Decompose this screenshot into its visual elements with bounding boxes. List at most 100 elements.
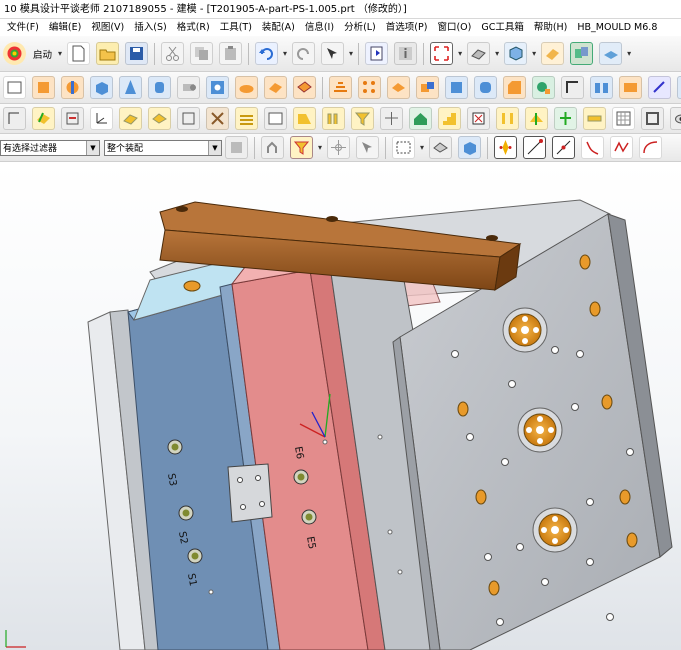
block-icon[interactable]: [90, 76, 113, 99]
house-icon[interactable]: [409, 107, 432, 130]
select-mode-icon[interactable]: [321, 42, 345, 65]
menu-view[interactable]: 视图(V): [86, 19, 129, 36]
start-dropdown-icon[interactable]: ▾: [58, 49, 62, 58]
menu-insert[interactable]: 插入(S): [129, 19, 171, 36]
boss-icon[interactable]: [235, 76, 258, 99]
fit-view-icon[interactable]: [430, 42, 454, 65]
delete-face-icon[interactable]: [177, 107, 200, 130]
extrude-icon[interactable]: [32, 76, 55, 99]
object-info-icon[interactable]: [365, 42, 389, 65]
pull-face-icon[interactable]: [32, 107, 55, 130]
copy-icon[interactable]: [190, 42, 214, 65]
menu-information[interactable]: 信息(I): [300, 19, 339, 36]
frame-icon[interactable]: [641, 107, 664, 130]
render-style-icon[interactable]: [467, 42, 491, 65]
assembly-scope-select[interactable]: 整个装配 ▼: [104, 139, 222, 156]
revolve-icon[interactable]: [61, 76, 84, 99]
filter-funnel-icon[interactable]: [351, 107, 374, 130]
menu-edit[interactable]: 编辑(E): [44, 19, 86, 36]
trim-icon[interactable]: [496, 107, 519, 130]
pattern-icon[interactable]: [358, 76, 381, 99]
menu-tools[interactable]: 工具(T): [215, 19, 257, 36]
csys-icon[interactable]: [90, 107, 113, 130]
menu-help[interactable]: 帮助(H): [529, 19, 573, 36]
trim-body-icon[interactable]: [329, 76, 352, 99]
start-icon[interactable]: [3, 42, 26, 65]
cylinder-icon[interactable]: [148, 76, 171, 99]
sew-icon[interactable]: [677, 76, 681, 99]
mold-assembly-model[interactable]: S3 S2 S1 E6 E5: [0, 162, 681, 650]
end-point-icon[interactable]: [523, 136, 547, 159]
datum-plane-icon[interactable]: [119, 107, 142, 130]
offset-face-icon[interactable]: [561, 76, 584, 99]
undo-dropdown-icon[interactable]: ▾: [283, 49, 287, 58]
type-filter-icon[interactable]: [290, 136, 313, 159]
chevron-down-icon[interactable]: ▼: [86, 140, 99, 155]
split-body-icon[interactable]: [525, 107, 548, 130]
blend-icon[interactable]: [474, 76, 497, 99]
edit-object-display-icon[interactable]: [541, 42, 565, 65]
stairs-icon[interactable]: [438, 107, 461, 130]
body-select-icon[interactable]: [458, 136, 482, 159]
view-dropdown-icon[interactable]: ▾: [532, 49, 536, 58]
unite-icon[interactable]: [387, 76, 410, 99]
eye-icon[interactable]: [670, 107, 681, 130]
thicken-icon[interactable]: [619, 76, 642, 99]
intersect-icon[interactable]: [445, 76, 468, 99]
arc-center-icon[interactable]: [639, 136, 663, 159]
crosshair-icon[interactable]: [327, 136, 351, 159]
draft-icon[interactable]: [532, 76, 555, 99]
menu-file[interactable]: 文件(F): [2, 19, 44, 36]
taper-icon[interactable]: [293, 107, 316, 130]
subtract-icon[interactable]: [416, 76, 439, 99]
menu-analysis[interactable]: 分析(L): [339, 19, 381, 36]
support-icon[interactable]: [322, 107, 345, 130]
sketch-icon[interactable]: [3, 76, 26, 99]
replace-face-icon[interactable]: [61, 107, 84, 130]
undo-icon[interactable]: [255, 42, 279, 65]
layer-dropdown-icon[interactable]: ▾: [627, 49, 631, 58]
cone-icon[interactable]: [119, 76, 142, 99]
open-folder-icon[interactable]: [96, 42, 120, 65]
grid-table-icon[interactable]: [612, 107, 635, 130]
tool-icon[interactable]: [206, 107, 229, 130]
table-icon[interactable]: [264, 107, 287, 130]
transform-icon[interactable]: [380, 107, 403, 130]
menu-hb-mould[interactable]: HB_MOULD M6.8: [572, 19, 662, 36]
view-orientation-icon[interactable]: [504, 42, 528, 65]
info-icon[interactable]: [394, 42, 418, 65]
rectangle-dropdown-icon[interactable]: ▾: [420, 143, 424, 152]
select-dropdown-icon[interactable]: ▾: [349, 49, 353, 58]
layer-icon[interactable]: [599, 42, 623, 65]
shell-icon[interactable]: [293, 76, 316, 99]
mirror-icon[interactable]: [590, 76, 613, 99]
snap-point-icon[interactable]: [261, 136, 284, 159]
stack-icon[interactable]: [235, 107, 258, 130]
mid-point-icon[interactable]: [552, 136, 576, 159]
selection-scope-icon[interactable]: [225, 136, 248, 159]
hole-icon[interactable]: [206, 76, 229, 99]
move-face-icon[interactable]: [3, 107, 26, 130]
pick-arrow-icon[interactable]: [356, 136, 380, 159]
extract-icon[interactable]: [648, 76, 671, 99]
paste-icon[interactable]: [219, 42, 243, 65]
graphics-viewport[interactable]: S3 S2 S1 E6 E5: [0, 162, 681, 650]
show-hide-icon[interactable]: [570, 42, 594, 65]
type-filter-dropdown-icon[interactable]: ▾: [318, 143, 322, 152]
menu-gc-toolbox[interactable]: GC工具箱: [476, 19, 529, 36]
snap-points-icon[interactable]: [494, 136, 518, 159]
menu-window[interactable]: 窗口(O): [432, 19, 476, 36]
selection-filter-select[interactable]: 有选择过滤器 ▼: [0, 139, 100, 156]
redo-icon[interactable]: [292, 42, 316, 65]
intersection-point-icon[interactable]: [610, 136, 634, 159]
new-file-icon[interactable]: [67, 42, 91, 65]
face-select-icon[interactable]: [429, 136, 453, 159]
save-icon[interactable]: [125, 42, 149, 65]
render-dropdown-icon[interactable]: ▾: [495, 49, 499, 58]
ruler-icon[interactable]: [583, 107, 606, 130]
flag-icon[interactable]: [467, 107, 490, 130]
fit-view-dropdown-icon[interactable]: ▾: [458, 49, 462, 58]
cut-icon[interactable]: [161, 42, 185, 65]
control-point-icon[interactable]: [581, 136, 605, 159]
chamfer-icon[interactable]: [503, 76, 526, 99]
